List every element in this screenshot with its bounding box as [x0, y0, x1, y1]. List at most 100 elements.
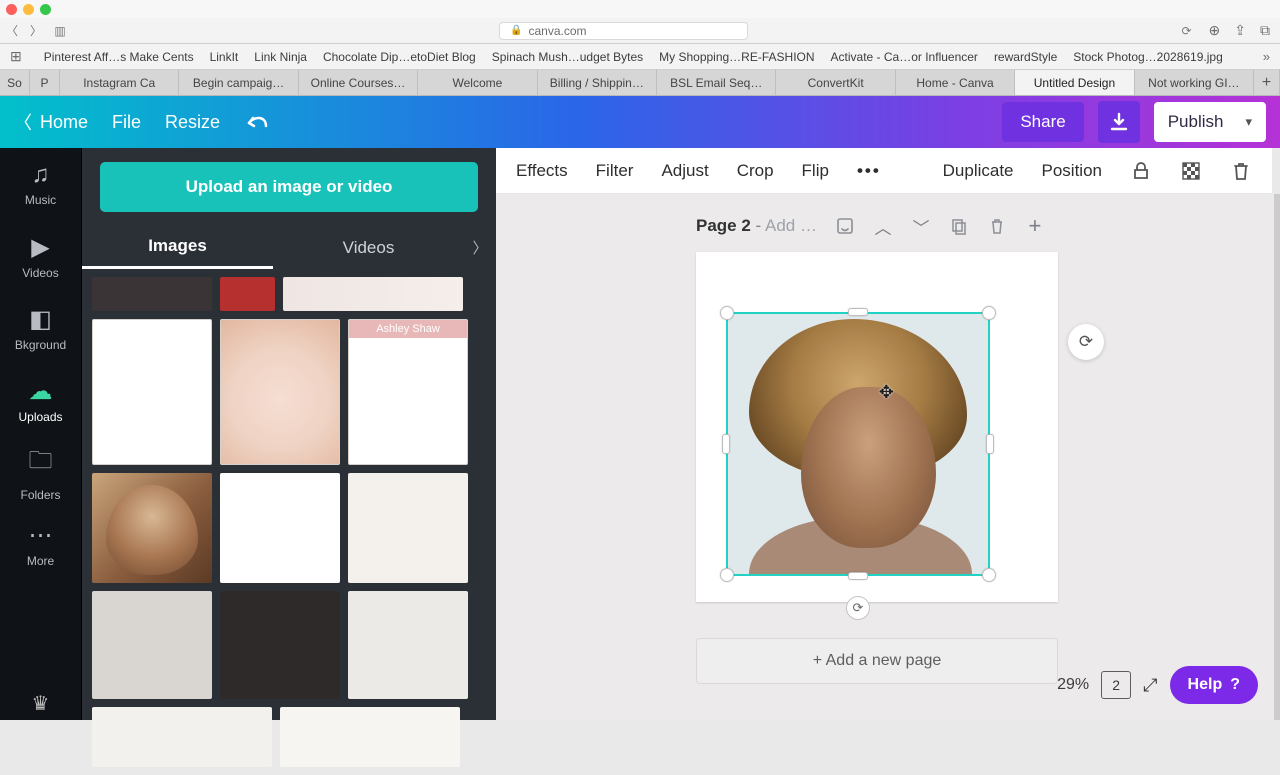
nav-fwd[interactable]: 〉	[24, 22, 48, 39]
bookmark-item[interactable]: Link Ninja	[254, 50, 307, 64]
rail-videos[interactable]: ▶Videos	[0, 220, 81, 292]
resize-handle-tm[interactable]	[848, 308, 868, 316]
upload-thumb[interactable]	[220, 591, 340, 699]
transparency-icon[interactable]	[1180, 160, 1202, 182]
upload-thumb[interactable]	[92, 319, 212, 465]
upload-thumb[interactable]	[348, 591, 468, 699]
rail-music[interactable]: ♫Music	[0, 148, 81, 220]
rail-uploads[interactable]: ☁Uploads	[0, 364, 81, 436]
upload-thumb[interactable]	[92, 591, 212, 699]
page-count[interactable]: 2	[1101, 671, 1131, 699]
selected-image[interactable]: ✥ ⟳	[726, 312, 990, 576]
undo-button[interactable]	[244, 111, 270, 133]
ctx-filter[interactable]: Filter	[596, 161, 634, 181]
lock-icon[interactable]	[1130, 160, 1152, 182]
quick-action-button[interactable]: ⟳	[1068, 324, 1104, 360]
home-button[interactable]: 〈 Home	[14, 109, 88, 135]
resize-menu[interactable]: Resize	[165, 112, 220, 133]
browser-tab[interactable]: Welcome	[418, 70, 537, 95]
premium-icon[interactable]: ♛	[0, 691, 81, 716]
browser-tab[interactable]: Home - Canva	[896, 70, 1015, 95]
upload-thumb[interactable]	[220, 319, 340, 465]
ctx-flip[interactable]: Flip	[802, 161, 829, 181]
ctx-crop[interactable]: Crop	[737, 161, 774, 181]
upload-thumb[interactable]	[280, 707, 460, 767]
download-button[interactable]	[1098, 101, 1140, 143]
share-button[interactable]: Share	[1002, 102, 1083, 142]
ctx-effects[interactable]: Effects	[516, 161, 568, 181]
browser-tab[interactable]: Begin campaig…	[179, 70, 298, 95]
upload-thumb[interactable]	[348, 473, 468, 583]
nav-back[interactable]: 〈	[0, 22, 24, 39]
zoom-level[interactable]: 29%	[1057, 676, 1089, 694]
file-menu[interactable]: File	[112, 112, 141, 133]
bookmark-item[interactable]: LinkIt	[210, 50, 239, 64]
bookmark-item[interactable]: Spinach Mush…udget Bytes	[492, 50, 643, 64]
tabs-scroll-right[interactable]: 〉	[464, 237, 496, 258]
resize-handle-br[interactable]	[982, 568, 996, 582]
browser-tab[interactable]: Online Courses…	[299, 70, 418, 95]
sidebar-icon[interactable]: ▥	[48, 24, 72, 38]
trash-icon[interactable]	[1230, 160, 1252, 182]
add-page-button[interactable]: + Add a new page	[696, 638, 1058, 684]
rail-folders[interactable]: 🗀Folders	[0, 436, 81, 508]
ctx-position[interactable]: Position	[1042, 161, 1102, 181]
mac-minimize[interactable]	[23, 4, 34, 15]
apps-icon[interactable]: ⊞	[10, 48, 22, 65]
tab-images[interactable]: Images	[82, 226, 273, 269]
bookmark-item[interactable]: rewardStyle	[994, 50, 1057, 64]
bookmark-item[interactable]: Chocolate Dip…etoDiet Blog	[323, 50, 476, 64]
bookmark-item[interactable]: My Shopping…RE-FASHION	[659, 50, 814, 64]
browser-tab[interactable]: Instagram Ca	[60, 70, 179, 95]
share-icon[interactable]: ⇪	[1234, 22, 1246, 39]
resize-handle-tr[interactable]	[982, 306, 996, 320]
rotate-handle[interactable]: ⟳	[846, 596, 870, 620]
mac-close[interactable]	[6, 4, 17, 15]
resize-handle-bm[interactable]	[848, 572, 868, 580]
resize-handle-tl[interactable]	[720, 306, 734, 320]
publish-button[interactable]: Publish ▾	[1154, 102, 1266, 142]
move-up-icon[interactable]: ︿	[873, 216, 893, 236]
mac-zoom[interactable]	[40, 4, 51, 15]
help-button[interactable]: Help?	[1170, 666, 1258, 704]
add-page-icon[interactable]: +	[1025, 216, 1045, 236]
browser-tab[interactable]: P	[30, 70, 60, 95]
rail-bkground[interactable]: ◧Bkground	[0, 292, 81, 364]
resize-handle-bl[interactable]	[720, 568, 734, 582]
page-title-input[interactable]: Add …	[765, 216, 817, 235]
upload-thumb[interactable]	[220, 473, 340, 583]
upload-thumb[interactable]	[92, 707, 272, 767]
upload-thumb[interactable]: Ashley Shaw	[348, 319, 468, 465]
upload-thumb[interactable]	[220, 277, 275, 311]
resize-handle-mr[interactable]	[986, 434, 994, 454]
url-bar[interactable]: 🔒canva.com	[72, 22, 1175, 40]
browser-tab[interactable]: BSL Email Seq…	[657, 70, 776, 95]
new-tab-button[interactable]: +	[1254, 70, 1280, 95]
upload-thumb[interactable]	[92, 277, 212, 311]
rail-more[interactable]: ⋯More	[0, 508, 81, 580]
browser-tab[interactable]: So	[0, 70, 30, 95]
tab-videos[interactable]: Videos	[273, 228, 464, 268]
bookmark-item[interactable]: Stock Photog…2028619.jpg	[1073, 50, 1222, 64]
browser-tab-active[interactable]: Untitled Design	[1015, 70, 1134, 95]
ctx-duplicate[interactable]: Duplicate	[943, 161, 1014, 181]
tabs-icon[interactable]: ⧉	[1260, 22, 1270, 39]
bookmark-overflow[interactable]: »	[1263, 49, 1270, 64]
upload-thumb[interactable]	[283, 277, 463, 311]
upload-thumb[interactable]	[92, 473, 212, 583]
move-down-icon[interactable]: ﹀	[911, 216, 931, 236]
browser-tab[interactable]: Billing / Shippin…	[538, 70, 657, 95]
reload-icon[interactable]: ⟳	[1175, 24, 1199, 38]
ctx-more[interactable]: •••	[857, 161, 881, 181]
upload-button[interactable]: Upload an image or video	[100, 162, 478, 212]
canvas-stage[interactable]: Page 2 - Add … ︿ ﹀ + ✥ ⟳	[496, 194, 1280, 720]
browser-tab[interactable]: Not working GI…	[1135, 70, 1254, 95]
reader-icon[interactable]: ⊕	[1209, 22, 1221, 39]
resize-handle-ml[interactable]	[722, 434, 730, 454]
fullscreen-icon[interactable]: ⤢	[1143, 675, 1157, 696]
notes-icon[interactable]	[835, 216, 855, 236]
bookmark-item[interactable]: Activate - Ca…or Influencer	[831, 50, 978, 64]
copy-page-icon[interactable]	[949, 216, 969, 236]
ctx-adjust[interactable]: Adjust	[661, 161, 708, 181]
delete-page-icon[interactable]	[987, 216, 1007, 236]
